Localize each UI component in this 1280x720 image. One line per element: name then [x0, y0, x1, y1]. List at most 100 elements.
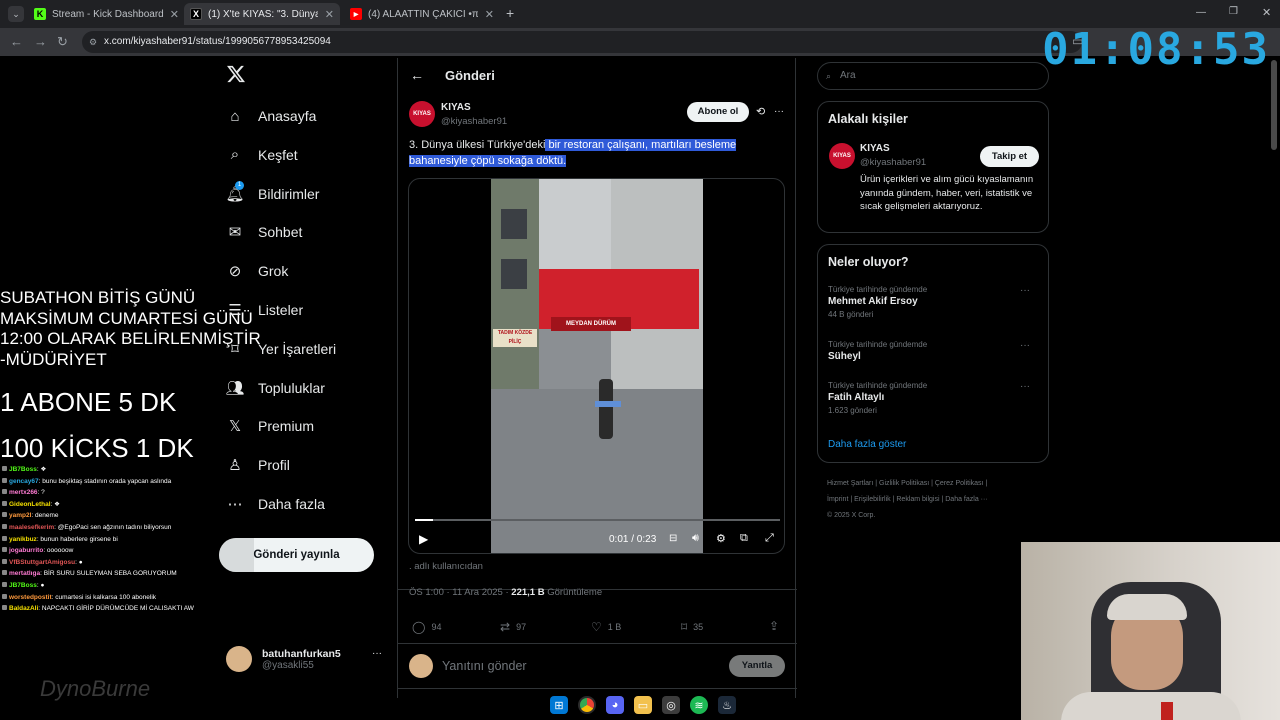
chat-username[interactable]: maalesefkerim: [9, 524, 54, 531]
fullscreen-icon[interactable]: ⤢: [765, 532, 774, 545]
account-name: batuhanfurkan5: [262, 647, 341, 660]
nav-item-8[interactable]: 👥︎ Topluluklar: [225, 374, 324, 402]
trend-item[interactable]: Türkiye tarihinde gündemde Mehmet Akif E…: [828, 285, 1040, 327]
show-more-link[interactable]: Daha fazla göster: [828, 439, 906, 450]
account-switcher[interactable]: batuhanfurkan5 @yasakli55 ···: [226, 642, 386, 676]
trend-meta: Türkiye tarihinde gündemde: [828, 381, 928, 390]
more-dots-icon[interactable]: ···: [1020, 285, 1030, 296]
chat-username[interactable]: mertx266: [9, 489, 38, 496]
back-arrow-icon[interactable]: ←: [10, 34, 23, 49]
nav-item-6[interactable]: ☰ Listeler: [226, 296, 303, 324]
x-logo-icon[interactable]: [226, 64, 248, 88]
close-icon[interactable]: ✕: [170, 8, 179, 21]
more-dots-icon[interactable]: ···: [1020, 340, 1030, 351]
restore-icon[interactable]: ❐: [1229, 6, 1238, 17]
reload-icon[interactable]: ↻: [57, 34, 68, 50]
video-player[interactable]: MEYDAN DÜRÜM TADIM KÖZDE PİLİÇ ▶ 0:01 / …: [408, 178, 785, 554]
search-input[interactable]: ⌕ Ara: [817, 62, 1049, 90]
trend-item[interactable]: Türkiye tarihinde gündemde Süheyl ···: [828, 340, 1040, 370]
more-dots-icon[interactable]: ···: [372, 648, 382, 659]
reply-button[interactable]: Yanıtla: [729, 655, 785, 677]
settings-gear-icon[interactable]: ⚙: [716, 532, 726, 545]
nav-item-10[interactable]: ♙ Profil: [226, 451, 290, 479]
chat-username[interactable]: gencay67: [9, 478, 39, 485]
trend-item[interactable]: Türkiye tarihinde gündemde Fatih Altaylı…: [828, 381, 1040, 423]
bookmark-icon: ⌑: [681, 620, 688, 634]
like-action[interactable]: ♡ 1 B: [591, 620, 621, 634]
chat-username[interactable]: JB7Boss: [9, 582, 37, 589]
nav-item-1[interactable]: ⌂ Anasayfa: [226, 102, 316, 130]
window-close-icon[interactable]: ✕: [1262, 6, 1271, 19]
more-dots-icon[interactable]: ···: [774, 106, 784, 117]
card-title: Neler oluyor?: [828, 255, 909, 269]
trend-meta: Türkiye tarihinde gündemde: [828, 340, 928, 349]
grok-icon[interactable]: ⟲: [756, 105, 765, 118]
avatar[interactable]: KIYAS: [829, 143, 855, 169]
scrollbar[interactable]: [1271, 60, 1277, 150]
avatar[interactable]: KIYAS: [409, 101, 435, 127]
chat-username[interactable]: yanikbuz: [9, 536, 37, 543]
chat-username[interactable]: BaldazAli: [9, 605, 38, 612]
author-name[interactable]: KIYAS: [441, 102, 471, 113]
url-input[interactable]: ⚙ x.com/kiyashaber91/status/199905677895…: [82, 31, 1082, 53]
bookmark-count: 35: [693, 622, 704, 632]
nav-item-label: Profil: [258, 457, 290, 474]
more-dots-icon[interactable]: ···: [1020, 381, 1030, 392]
repost-action[interactable]: ⇄ 97: [500, 620, 526, 634]
close-icon[interactable]: ✕: [325, 8, 334, 21]
minimize-icon[interactable]: —: [1196, 7, 1206, 18]
pip-icon[interactable]: ⧉: [740, 532, 748, 545]
discord-icon[interactable]: ◕: [606, 696, 624, 714]
chat-username[interactable]: GideonLethal: [9, 501, 51, 508]
x-favicon-icon: X: [190, 8, 202, 20]
chat-username[interactable]: mertatlıga: [9, 570, 40, 577]
spotify-icon[interactable]: ≋: [690, 696, 708, 714]
nav-item-5[interactable]: ⊘ Grok: [226, 257, 289, 285]
nav-item-7[interactable]: ⌑ Yer İşaretleri: [226, 335, 336, 363]
chat-username[interactable]: JB7Boss: [9, 466, 37, 473]
tab-x-post[interactable]: X (1) X'te KIYAS: "3. Dünya ülkesi ✕: [184, 3, 340, 25]
windows-start-icon[interactable]: ⊞: [550, 696, 568, 714]
tab-search-button[interactable]: ⌄: [8, 6, 24, 22]
forward-arrow-icon[interactable]: →: [34, 34, 47, 49]
nav-item-9[interactable]: 𝕏 Premium: [226, 412, 314, 440]
captions-icon[interactable]: ⊟: [669, 533, 677, 544]
nav-item-4[interactable]: ✉ Sohbet: [226, 218, 303, 246]
chat-username[interactable]: jogaburrito: [9, 547, 43, 554]
tab-youtube[interactable]: ▶ (4) ALAATTİN ÇAKICI •π İSPİYO! ✕: [344, 3, 500, 25]
obs-icon[interactable]: ◎: [662, 696, 680, 714]
chrome-icon[interactable]: [578, 696, 596, 714]
new-tab-icon[interactable]: +: [506, 5, 514, 21]
close-icon[interactable]: ✕: [485, 8, 494, 21]
chat-badge-icon: [2, 535, 7, 541]
reply-input[interactable]: Yanıtını gönder: [442, 659, 527, 673]
author-handle[interactable]: @kiyashaber91: [441, 116, 507, 127]
follow-button[interactable]: Takip et: [980, 146, 1039, 167]
nav-item-2[interactable]: ⌕ Keşfet: [226, 141, 298, 169]
video-progress-track[interactable]: [415, 519, 780, 521]
folder-icon[interactable]: ▭: [634, 696, 652, 714]
chat-text: : bunun haberlere girsene bi: [36, 535, 118, 543]
volume-icon[interactable]: 🔊︎: [692, 532, 699, 545]
tab-kick-dashboard[interactable]: K Stream - Kick Dashboard ✕: [28, 3, 180, 25]
back-arrow-icon[interactable]: ←: [410, 67, 424, 83]
steam-icon[interactable]: ♨: [718, 696, 736, 714]
chat-message: jogaburrito: oooooow: [2, 545, 222, 557]
person-handle[interactable]: @kiyashaber91: [860, 157, 926, 168]
bookmark-action[interactable]: ⌑ 35: [681, 620, 703, 634]
chat-username[interactable]: VfBStuttgartAmigosu: [9, 559, 75, 566]
play-icon[interactable]: ▶: [419, 532, 428, 546]
site-info-icon[interactable]: ⚙: [89, 31, 97, 53]
chat-username[interactable]: worstedpostit: [9, 594, 52, 601]
subscribe-button[interactable]: Abone ol: [687, 102, 749, 122]
share-icon[interactable]: ⇪: [769, 619, 779, 633]
chat-username[interactable]: yamp2l: [9, 512, 31, 519]
footer-line[interactable]: İmprint | Erişilebilirlik | Reklam bilgi…: [827, 492, 1047, 508]
nav-item-11[interactable]: ⋯ Daha fazla: [226, 490, 325, 518]
reply-action[interactable]: ◯ 94: [412, 620, 441, 634]
person-name[interactable]: KIYAS: [860, 143, 890, 154]
nav-item-3[interactable]: 🔔︎ 1 Bildirimler: [225, 180, 319, 208]
chat-badge-icon: [2, 570, 7, 576]
nav-item-label: Grok: [258, 263, 289, 280]
footer-line[interactable]: Hizmet Şartları | Gizlilik Politikası | …: [827, 476, 1047, 492]
